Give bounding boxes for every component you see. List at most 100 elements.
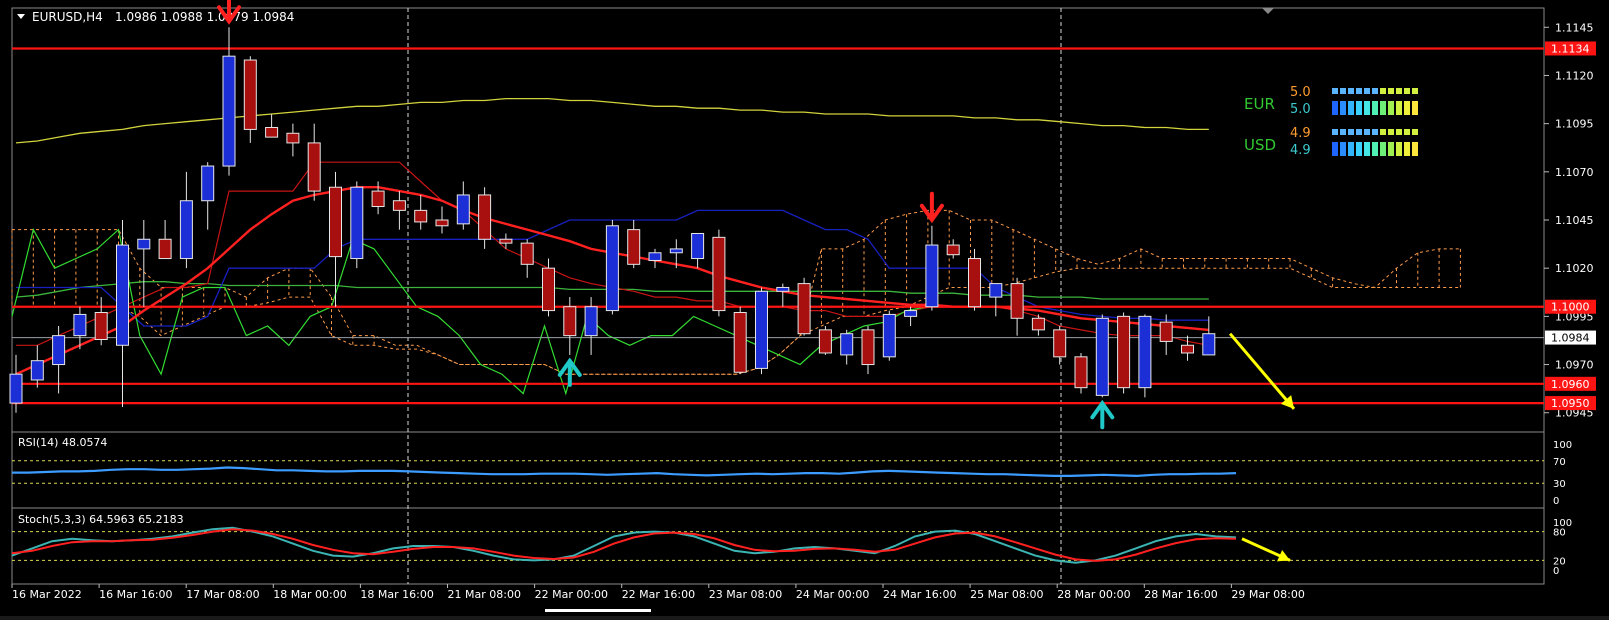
candle: [392, 191, 406, 230]
meter-value-bottom: 5.0: [1290, 102, 1311, 117]
candle-body-bear: [499, 238, 513, 244]
candle-body-bear: [329, 186, 342, 258]
collapse-triangle-icon[interactable]: [17, 14, 25, 19]
candle-body-bull: [584, 306, 598, 337]
y-tick-label: 1.1070: [1555, 166, 1594, 179]
meter-cell: [1412, 142, 1418, 156]
x-tick-label: 21 Mar 08:00: [448, 588, 521, 601]
buy-signal-icon: [1090, 399, 1115, 430]
candle: [1181, 335, 1194, 361]
candle-body-bear: [1181, 344, 1194, 354]
meter-cell: [1396, 101, 1402, 115]
candle-body-bull: [605, 225, 619, 312]
candle-body-bear: [435, 219, 449, 227]
candle: [179, 171, 193, 269]
level-tag-label: 1.0950: [1551, 397, 1590, 410]
meter-cell: [1388, 88, 1394, 94]
candle-body-bear: [733, 312, 747, 373]
meter-cell: [1372, 88, 1378, 94]
candle: [1053, 326, 1067, 365]
candle-body-bear: [371, 190, 385, 208]
candle-body-bull: [989, 283, 1003, 298]
candle-body-bull: [669, 248, 683, 254]
meter-cell: [1412, 88, 1418, 94]
candle: [776, 283, 790, 307]
candle-body-bear: [968, 258, 981, 308]
x-tick-label: 29 Mar 08:00: [1231, 588, 1304, 601]
x-tick-label: 25 Mar 08:00: [970, 588, 1043, 601]
candle-body-bear: [712, 236, 726, 312]
chart-canvas[interactable]: EURUSD,H4 1.0986 1.0988 1.0979 1.0984 1.…: [0, 0, 1609, 616]
y-tick-label: 1.1045: [1555, 214, 1594, 227]
time-axis: 16 Mar 2022 16 Mar 16:00 17 Mar 08:00 18 Ma…: [11, 584, 1305, 601]
stoch-pane-border: [11, 507, 1545, 585]
candle-body-bear: [627, 229, 641, 265]
candle-body-bear: [307, 142, 321, 192]
candle-body-bear: [1053, 329, 1067, 358]
candle-body-bull: [776, 286, 790, 292]
candle: [478, 187, 492, 249]
meter-cell: [1332, 88, 1338, 94]
candle-body-bear: [1117, 315, 1131, 389]
candle-body-bull: [904, 310, 918, 317]
candle-body-bull: [648, 252, 662, 261]
meter-currency: USD: [1244, 136, 1276, 154]
stoch-title: Stoch(5,3,3) 64.5963 65.2183: [18, 513, 184, 526]
y-tick-label: 1.0970: [1555, 359, 1594, 372]
x-tick-label: 22 Mar 00:00: [535, 588, 608, 601]
meter-cell: [1404, 142, 1410, 156]
scroll-indicator[interactable]: [545, 609, 651, 612]
candle-body-bear: [818, 329, 832, 354]
candle-body-bull: [350, 186, 364, 260]
candle-body-bull: [691, 232, 705, 260]
meter-cell: [1348, 142, 1354, 156]
candle-body-bull: [116, 244, 129, 346]
meter-cell: [1332, 101, 1338, 115]
candle-body-bull: [222, 55, 236, 167]
x-tick-label: 16 Mar 2022: [12, 588, 82, 601]
candle: [307, 123, 321, 201]
forecast-arrow-line: [1228, 332, 1296, 410]
candle: [1095, 314, 1109, 398]
candle: [1138, 314, 1152, 398]
candle-body-bull: [1138, 315, 1152, 389]
meter-value-top: 4.9: [1290, 126, 1311, 141]
candle: [350, 181, 364, 269]
meter-cell: [1348, 101, 1354, 115]
candle-body-bear: [520, 242, 534, 265]
candle: [840, 329, 854, 365]
y-tick-label: 1.1120: [1555, 69, 1594, 82]
x-tick-label: 16 Mar 16:00: [99, 588, 172, 601]
candle-body-bull: [456, 194, 470, 225]
meter-cell: [1340, 142, 1346, 156]
meter-cell: [1332, 129, 1338, 135]
candle: [861, 326, 875, 375]
meter-currency: EUR: [1244, 95, 1275, 113]
currency-strength-meter: EUR 5.0 5.0 USD 4.9 4.9: [1244, 85, 1418, 158]
candle-body-bull: [882, 313, 896, 358]
x-tick-label: 24 Mar 16:00: [883, 588, 956, 601]
candle: [1202, 316, 1216, 356]
candle: [201, 162, 215, 230]
candle: [925, 225, 939, 311]
rsi-line: [12, 466, 1237, 478]
candle-body-bull: [52, 335, 66, 366]
candle-body-bull: [840, 333, 854, 356]
meter-cell: [1396, 142, 1402, 156]
meter-cell: [1396, 129, 1402, 135]
ohlc-readout: 1.0986 1.0988 1.0979 1.0984: [115, 10, 294, 24]
meter-cell: [1364, 129, 1370, 135]
trading-chart[interactable]: EURUSD,H4 1.0986 1.0988 1.0979 1.0984 1.…: [0, 0, 1609, 616]
current-price-label: 1.0984: [1551, 332, 1590, 345]
rsi-indicator: 100 70 30 0: [12, 440, 1572, 507]
horizontal-levels[interactable]: [12, 47, 1544, 405]
candle: [158, 220, 172, 260]
candle-body-bull: [201, 165, 215, 202]
meter-cell: [1388, 101, 1394, 115]
meter-cell: [1404, 129, 1410, 135]
candle: [1117, 312, 1131, 394]
candle-body-bear: [286, 132, 300, 144]
candle: [499, 233, 513, 249]
shift-marker-icon[interactable]: [1262, 8, 1274, 14]
meter-cell: [1404, 88, 1410, 94]
